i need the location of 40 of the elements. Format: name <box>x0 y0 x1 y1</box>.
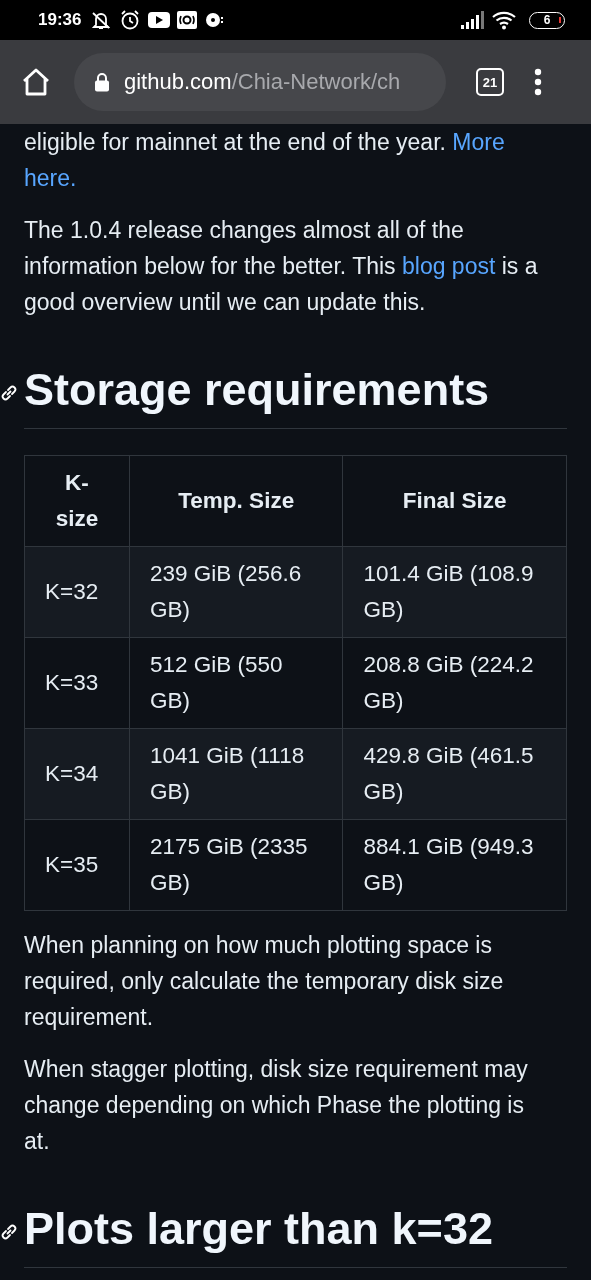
column-header: Temp. Size <box>129 455 343 547</box>
tab-count-button[interactable]: 21 <box>476 68 504 96</box>
link[interactable]: here. <box>24 165 77 191</box>
column-header: K-size <box>24 455 130 547</box>
link[interactable]: More <box>452 129 505 155</box>
table-cell: 208.8 GiB (224.2 GB) <box>343 637 567 729</box>
disc-icon <box>204 11 225 29</box>
clock-time: 19:36 <box>38 10 82 30</box>
table-cell: 2175 GiB (2335 GB) <box>129 819 343 911</box>
radio-icon <box>177 11 198 29</box>
lock-icon <box>94 72 110 92</box>
muted-bell-icon <box>90 9 113 31</box>
url-domain: github.com <box>124 69 232 94</box>
table-cell: 512 GiB (550 GB) <box>129 637 343 729</box>
home-icon[interactable] <box>21 68 51 96</box>
address-bar[interactable]: github.com/Chia-Network/ch <box>74 53 446 111</box>
paragraph: The 1.0.4 release changes almost all of the information below for the better. This blog post is a good overview until we can update this. <box>24 216 539 317</box>
paragraph: When planning on how much plotting space is required, only calculate the temporary disk size requirement. <box>24 931 505 1032</box>
link-icon[interactable] <box>0 384 18 402</box>
link[interactable]: blog post <box>402 253 496 279</box>
table-cell: 884.1 GiB (949.3 GB) <box>343 819 567 911</box>
signal-icon <box>461 11 485 29</box>
table-cell: 429.8 GiB (461.5 GB) <box>343 728 567 820</box>
section-heading: Plots larger than k=32 <box>24 1202 494 1256</box>
section-heading: Storage requirements <box>24 363 491 417</box>
table-cell: K=34 <box>24 728 130 820</box>
column-header: Final Size <box>343 455 567 547</box>
paragraph: When stagger plotting, disk size requirement may change depending on which Phase the plotting is at. <box>24 1055 529 1156</box>
table-cell: 101.4 GiB (108.9 GB) <box>343 546 567 638</box>
table-cell: K=35 <box>24 819 130 911</box>
wifi-icon <box>492 10 518 30</box>
table-cell: 239 GiB (256.6 GB) <box>129 546 343 638</box>
link-icon[interactable] <box>0 1223 18 1241</box>
table-cell: 1041 GiB (1118 GB) <box>129 728 343 820</box>
table-cell: K=32 <box>24 546 130 638</box>
paragraph: eligible for mainnet at the end of the year. More here. <box>24 128 506 193</box>
menu-icon[interactable] <box>534 68 542 96</box>
url-path: /Chia-Network/ch <box>231 69 401 94</box>
table-cell: K=33 <box>24 637 130 729</box>
video-play-icon <box>148 12 171 28</box>
